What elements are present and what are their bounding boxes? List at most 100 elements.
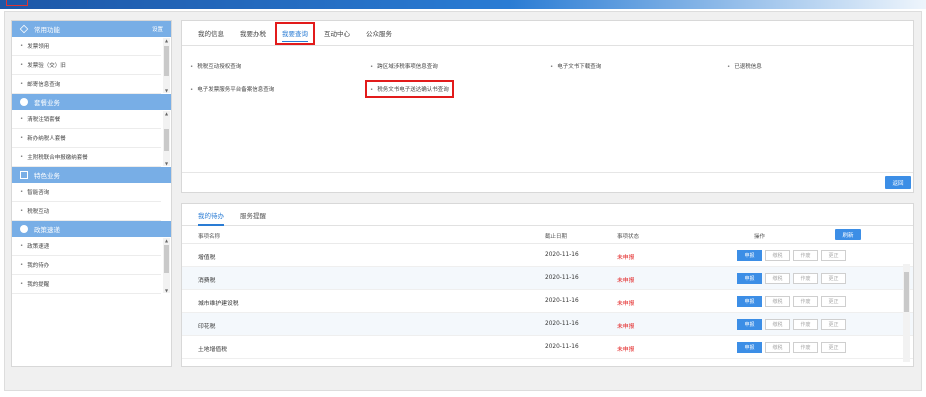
row-name: 增值税: [198, 255, 216, 261]
sidebar-item[interactable]: 发票验（交）旧: [12, 56, 161, 75]
table-row: 城市维护建设税 2020-11-16 未申报 申报 缴税 作废 更正: [182, 290, 913, 313]
scroll-up-icon[interactable]: ▲: [163, 238, 170, 243]
sidebar-item[interactable]: 我的待办: [12, 256, 161, 275]
table-scrollbar[interactable]: [903, 264, 910, 362]
row-name: 城市维护建设税: [198, 301, 239, 307]
sidebar-section-header-packages[interactable]: 套餐业务: [12, 94, 171, 110]
correct-button[interactable]: 更正: [821, 250, 846, 261]
query-links: 税税互动授权查询 跨区域涉税事项信息查询 电子文书下载查询 已退税信息 电子发票…: [182, 46, 913, 176]
declare-button[interactable]: 申报: [737, 319, 762, 330]
row-actions: 申报 缴税 作废 更正: [737, 296, 846, 307]
row-status: 未申报: [617, 301, 635, 307]
void-button[interactable]: 作废: [793, 342, 818, 353]
tab-my-todo[interactable]: 我的待办: [190, 204, 232, 226]
top-banner: [0, 0, 926, 9]
sidebar-section-header-featured[interactable]: 特色业务: [12, 167, 171, 183]
settings-link[interactable]: 设置: [152, 25, 163, 33]
sidebar-item[interactable]: 发票领用: [12, 37, 161, 56]
row-deadline: 2020-11-16: [545, 252, 579, 258]
query-link[interactable]: 电子发票服务平台备案信息查询: [190, 85, 274, 93]
row-deadline: 2020-11-16: [545, 298, 579, 304]
tab-public-service[interactable]: 公众服务: [358, 21, 400, 46]
sidebar-section-header-common[interactable]: 常用功能 设置: [12, 21, 171, 37]
tab-interaction-center[interactable]: 互动中心: [316, 21, 358, 46]
column-header-deadline: 截止日期: [545, 234, 568, 240]
tab-service-reminder[interactable]: 服务提醒: [232, 204, 274, 226]
correct-button[interactable]: 更正: [821, 319, 846, 330]
column-header-action: 操作: [754, 234, 766, 240]
declare-button[interactable]: 申报: [737, 250, 762, 261]
sidebar-section-title: 常用功能: [34, 26, 60, 34]
column-header-name: 事项名称: [198, 234, 221, 240]
sidebar-item[interactable]: 智能咨询: [12, 183, 161, 202]
tab-tax-handling[interactable]: 我要办税: [232, 21, 274, 46]
sidebar-section-header-policy[interactable]: 政策速递: [12, 221, 171, 237]
void-button[interactable]: 作废: [793, 296, 818, 307]
table-row: 印花税 2020-11-16 未申报 申报 缴税 作废 更正: [182, 313, 913, 336]
row-deadline: 2020-11-16: [545, 321, 579, 327]
scrollbar[interactable]: ▲ ▼: [163, 111, 170, 166]
query-link[interactable]: 电子文书下载查询: [550, 62, 601, 70]
star-icon: [19, 24, 29, 34]
row-deadline: 2020-11-16: [545, 344, 579, 350]
sidebar-item[interactable]: 邮寄信息查询: [12, 75, 161, 94]
scrollbar-thumb[interactable]: [164, 245, 169, 273]
sidebar-item[interactable]: 新办纳税人套餐: [12, 129, 161, 148]
main-tabs: 我的信息 我要办税 我要查询 互动中心 公众服务: [182, 21, 913, 46]
scroll-up-icon[interactable]: ▲: [163, 111, 170, 116]
sidebar-item[interactable]: 税税互动: [12, 202, 161, 221]
table-header: 事项名称 截止日期 事项状态 操作 刷新: [182, 226, 913, 244]
query-link[interactable]: 跨区域涉税事项信息查询: [370, 62, 438, 70]
scroll-down-icon[interactable]: ▼: [163, 288, 170, 293]
sidebar-item[interactable]: 政策速递: [12, 237, 161, 256]
tab-my-info[interactable]: 我的信息: [190, 21, 232, 46]
correct-button[interactable]: 更正: [821, 273, 846, 284]
sidebar-section-title: 政策速递: [34, 226, 60, 234]
sidebar-item[interactable]: 清税注销套餐: [12, 110, 161, 129]
row-actions: 申报 缴税 作废 更正: [737, 273, 846, 284]
circle-icon: [20, 98, 28, 106]
void-button[interactable]: 作废: [793, 250, 818, 261]
scroll-up-icon[interactable]: ▲: [163, 38, 170, 43]
return-button[interactable]: 返回: [885, 176, 911, 189]
sidebar-section-title: 套餐业务: [34, 99, 60, 107]
void-button[interactable]: 作废: [793, 319, 818, 330]
refresh-button[interactable]: 刷新: [835, 229, 861, 240]
tab-query[interactable]: 我要查询: [274, 21, 316, 46]
query-panel: 我的信息 我要办税 我要查询 互动中心 公众服务 税税互动授权查询 跨区域涉税事…: [181, 20, 914, 193]
query-link[interactable]: 税税互动授权查询: [190, 62, 241, 70]
query-link-e-delivery-confirmation[interactable]: 税务文书电子送达确认书查询: [365, 80, 454, 98]
pay-tax-button[interactable]: 缴税: [765, 342, 790, 353]
sidebar-list-featured: 智能咨询 税税互动: [12, 183, 171, 221]
scrollbar-thumb[interactable]: [164, 129, 169, 151]
scrollbar-thumb[interactable]: [164, 46, 169, 76]
row-name: 消费税: [198, 278, 216, 284]
scroll-down-icon[interactable]: ▼: [163, 88, 170, 93]
scroll-down-icon[interactable]: ▼: [163, 161, 170, 166]
circle-icon: [20, 225, 28, 233]
sidebar-list-common: 发票领用 发票验（交）旧 邮寄信息查询 ▲ ▼: [12, 37, 171, 94]
declare-button[interactable]: 申报: [737, 342, 762, 353]
table-row: 土地增值税 2020-11-16 未申报 申报 缴税 作废 更正: [182, 336, 913, 359]
column-header-status: 事项状态: [617, 234, 640, 240]
row-actions: 申报 缴税 作废 更正: [737, 342, 846, 353]
correct-button[interactable]: 更正: [821, 342, 846, 353]
declare-button[interactable]: 申报: [737, 296, 762, 307]
todo-panel: 我的待办 服务提醒 事项名称 截止日期 事项状态 操作 刷新 增值税 2020-…: [181, 203, 914, 367]
sidebar-item[interactable]: 主附税联合申报缴纳套餐: [12, 148, 161, 167]
pay-tax-button[interactable]: 缴税: [765, 250, 790, 261]
scrollbar-thumb[interactable]: [904, 272, 909, 312]
sidebar-item[interactable]: 我的提醒: [12, 275, 161, 294]
pay-tax-button[interactable]: 缴税: [765, 296, 790, 307]
pay-tax-button[interactable]: 缴税: [765, 273, 790, 284]
declare-button[interactable]: 申报: [737, 273, 762, 284]
pay-tax-button[interactable]: 缴税: [765, 319, 790, 330]
site-logo: [6, 0, 28, 6]
void-button[interactable]: 作废: [793, 273, 818, 284]
query-link[interactable]: 已退税信息: [727, 62, 762, 70]
correct-button[interactable]: 更正: [821, 296, 846, 307]
scrollbar[interactable]: ▲ ▼: [163, 238, 170, 293]
scrollbar[interactable]: ▲ ▼: [163, 38, 170, 93]
row-status: 未申报: [617, 278, 635, 284]
return-bar: 返回: [182, 172, 913, 192]
